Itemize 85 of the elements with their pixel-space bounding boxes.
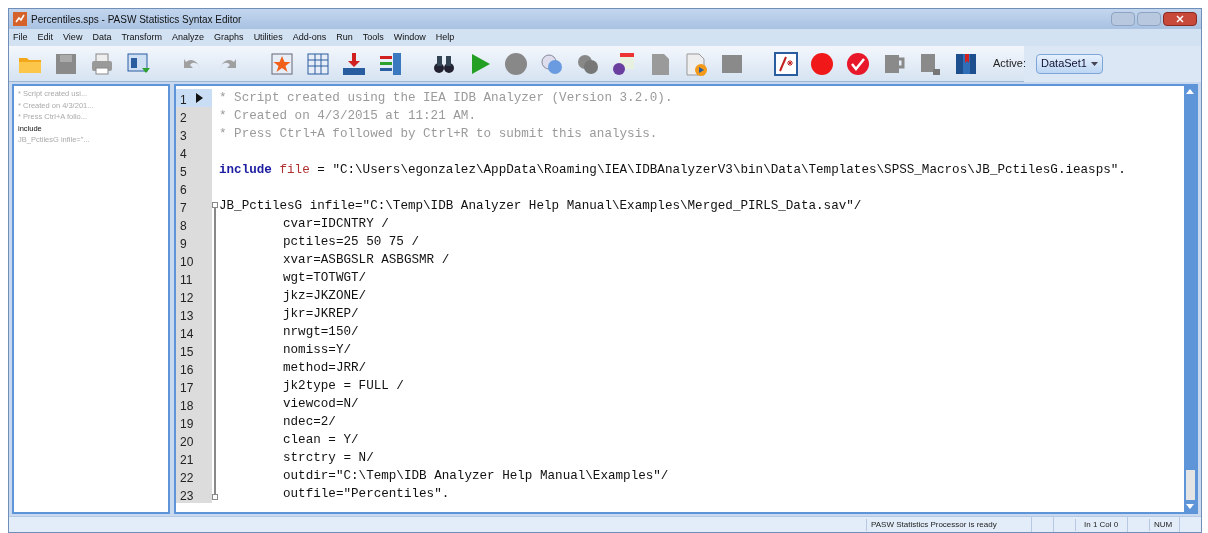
document-play-icon[interactable] — [683, 50, 709, 77]
comment-icon[interactable] — [773, 50, 799, 77]
code-line: jkr=JKREP/ — [282, 305, 359, 323]
table-icon[interactable] — [305, 50, 331, 77]
scrollbar[interactable] — [1184, 86, 1196, 512]
line-number: 20 — [179, 434, 194, 451]
code-line: jk2type = FULL / — [282, 377, 404, 395]
menu-item[interactable]: Run — [336, 30, 353, 45]
fold-marker-icon[interactable] — [212, 202, 218, 208]
stop-icon[interactable] — [503, 50, 529, 77]
line-number: 8 — [179, 218, 188, 235]
code-line: * Script created using the IEA IDB Analyzer (Version 3.2.0). — [218, 89, 673, 107]
menu-item[interactable]: Help — [435, 30, 455, 45]
menu-item[interactable]: Data — [92, 30, 112, 45]
code-line: nomiss=Y/ — [282, 341, 352, 359]
line-number: 17 — [179, 380, 194, 397]
current-line-arrow-icon — [196, 93, 203, 103]
cursor-position: In 1 Col 0 — [1075, 518, 1127, 531]
dataset-dropdown[interactable]: DataSet1 — [1036, 53, 1103, 74]
code-line: * Created on 4/3/2015 at 11:21 AM. — [218, 107, 476, 125]
line-number: 14 — [179, 326, 194, 343]
code-line: viewcod=N/ — [282, 395, 359, 413]
code-line: method=JRR/ — [282, 359, 367, 377]
line-number: 9 — [179, 236, 188, 253]
scroll-down-icon[interactable] — [1186, 504, 1194, 510]
code-line: include file = "C:\Users\egonzalez\AppData\Roaming\IEA\IDBAnalyzerV3\bin\Data\Templates\SPSS_Macros\JB_PctilesG.ieasps". — [218, 161, 1126, 179]
app-icon — [13, 12, 27, 26]
menu-item[interactable]: File — [13, 30, 28, 45]
code-line: pctiles=25 50 75 / — [282, 233, 420, 251]
line-number: 7 — [179, 200, 188, 217]
line-number: 10 — [179, 254, 194, 271]
line-number: 23 — [179, 488, 194, 505]
code-line: JB_PctilesG infile="C:\Temp\IDB Analyzer Help Manual\Examples\Merged_PIRLS_Data.sav"/ — [218, 197, 862, 215]
line-number: 3 — [179, 128, 188, 145]
active-dataset-label: Active: — [993, 56, 1026, 72]
line-number: 5 — [179, 164, 188, 181]
code-line: strctry = N/ — [282, 449, 374, 467]
fold-marker-icon[interactable] — [212, 494, 218, 500]
window-title: Percentiles.sps - PASW Statistics Syntax Editor — [31, 12, 242, 27]
syntax-editor[interactable] — [174, 84, 1198, 514]
line-number: 19 — [179, 416, 194, 433]
menu-item[interactable]: Edit — [37, 30, 54, 45]
line-number: 4 — [179, 146, 188, 163]
line-number: 12 — [179, 290, 194, 307]
line-number: 18 — [179, 398, 194, 415]
code-line: outfile="Percentiles". — [282, 485, 450, 503]
menu-item[interactable]: Transform — [121, 30, 163, 45]
line-number: 13 — [179, 308, 194, 325]
code-line: clean = Y/ — [282, 431, 359, 449]
close-button[interactable] — [1163, 12, 1197, 26]
line-number: 21 — [179, 452, 194, 469]
line-number: 11 — [179, 272, 194, 289]
status-message: PASW Statistics Processor is ready — [866, 518, 1031, 531]
line-number: 22 — [179, 470, 194, 487]
variables-icon[interactable] — [377, 50, 403, 77]
check-icon[interactable] — [845, 50, 871, 77]
scroll-up-icon[interactable] — [1186, 88, 1194, 94]
line-number: 15 — [179, 344, 194, 361]
caret-icon — [1090, 61, 1098, 66]
code-line: ndec=2/ — [282, 413, 336, 431]
num-lock-indicator: NUM — [1149, 518, 1179, 531]
code-line: cvar=IDCNTRY / — [282, 215, 389, 233]
code-line: * Press Ctrl+A followed by Ctrl+R to submit this analysis. — [218, 125, 658, 143]
code-line: wgt=TOTWGT/ — [282, 269, 367, 287]
menu-item[interactable]: Graphs — [214, 30, 244, 45]
code-line: jkz=JKZONE/ — [282, 287, 367, 305]
code-line: outdir="C:\Temp\IDB Analyzer Help Manual\Examples"/ — [282, 467, 669, 485]
scrollbar-thumb[interactable] — [1185, 470, 1195, 500]
line-number: 1 — [179, 92, 188, 109]
menu-item[interactable]: Analyze — [172, 30, 205, 45]
line-number: 2 — [179, 110, 188, 127]
insert-cases-icon[interactable] — [341, 50, 367, 77]
menu-item[interactable]: Tools — [362, 30, 384, 45]
printer-icon[interactable] — [89, 50, 115, 77]
star-grid-icon[interactable] — [269, 50, 295, 77]
line-number: 16 — [179, 362, 194, 379]
code-line: nrwgt=150/ — [282, 323, 359, 341]
menu-item[interactable]: View — [63, 30, 83, 45]
close-icon — [1176, 15, 1184, 23]
line-number: 6 — [179, 182, 188, 199]
breakpoint-icon[interactable] — [809, 50, 835, 77]
menu-item[interactable]: Utilities — [253, 30, 283, 45]
menu-item[interactable]: Add-ons — [292, 30, 327, 45]
code-line: xvar=ASBGSLR ASBGSMR / — [282, 251, 450, 269]
menu-item[interactable]: Window — [393, 30, 426, 45]
